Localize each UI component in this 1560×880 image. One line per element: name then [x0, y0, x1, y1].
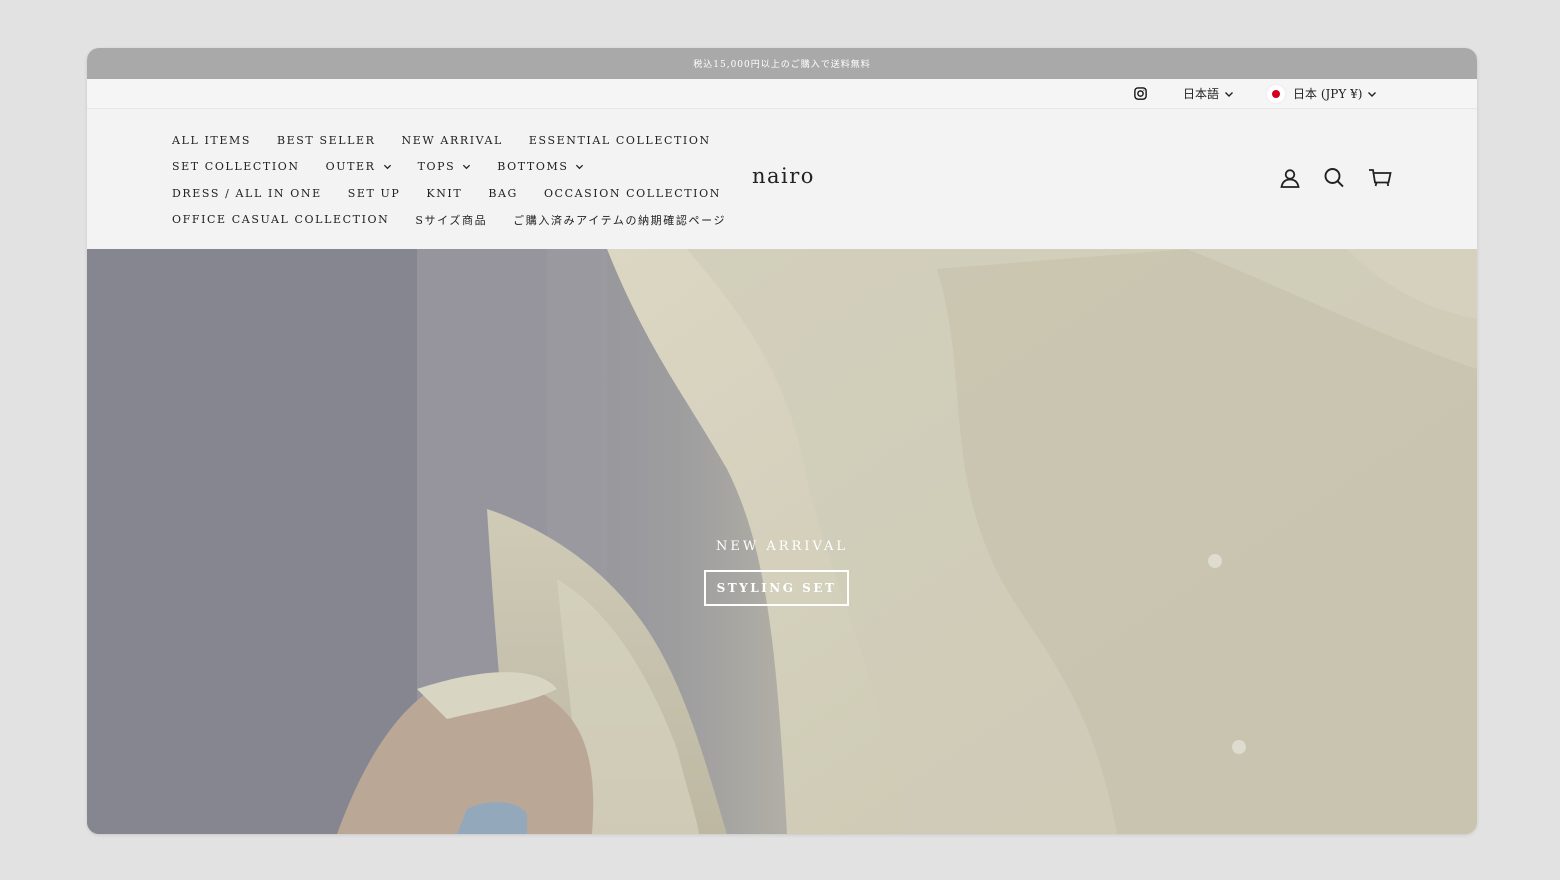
main-navigation: ALL ITEMS BEST SELLER NEW ARRIVAL ESSENTIAL…	[172, 127, 732, 233]
language-label: 日本語	[1183, 87, 1220, 101]
nav-item-item-3-2[interactable]: ご購入済みアイテムの納期確認ページ	[513, 212, 726, 228]
nav-item-label: OCCASION COLLECTION	[543, 186, 721, 200]
nav-item-label: DRESS / ALL IN ONE	[172, 186, 322, 200]
nav-item-s[interactable]: Sサイズ商品	[415, 212, 487, 228]
nav-item-label: BOTTOMS	[497, 160, 569, 174]
nav-item-occasion-collection[interactable]: OCCASION COLLECTION	[544, 187, 721, 200]
language-selector[interactable]: 日本語	[1183, 79, 1234, 108]
utility-bar: 日本語 日本 (JPY ¥)	[87, 79, 1477, 109]
nav-item-all-items[interactable]: ALL ITEMS	[172, 134, 251, 147]
nav-item-label: KNIT	[426, 186, 463, 200]
chevron-down-icon	[1225, 91, 1234, 97]
currency-selector[interactable]: 日本 (JPY ¥)	[1267, 79, 1377, 108]
nav-row: SET COLLECTION OUTER TOPS BOTTOMS	[172, 154, 732, 181]
nav-item-label: SET UP	[347, 186, 401, 200]
cart-button[interactable]	[1367, 165, 1393, 191]
nav-item-label: ALL ITEMS	[172, 133, 251, 147]
nav-item-dress-all-in-one[interactable]: DRESS / ALL IN ONE	[172, 187, 322, 200]
header-icons	[1277, 165, 1397, 191]
chevron-down-icon	[576, 164, 584, 170]
chevron-down-icon	[383, 164, 391, 170]
nav-item-label: NEW ARRIVAL	[401, 133, 503, 147]
chevron-down-icon	[463, 164, 471, 170]
browser-window: 税込15,000円以上のご購入で送料無料 日本語 日本 (JPY ¥) ALL …	[87, 48, 1477, 834]
nav-item-office-casual-collection[interactable]: OFFICE CASUAL COLLECTION	[172, 213, 389, 226]
nav-item-label: SET COLLECTION	[172, 160, 300, 174]
site-header: ALL ITEMS BEST SELLER NEW ARRIVAL ESSENTIAL…	[87, 109, 1477, 249]
account-icon	[1280, 169, 1300, 188]
announcement-bar: 税込15,000円以上のご購入で送料無料	[87, 48, 1477, 79]
nav-item-best-seller[interactable]: BEST SELLER	[277, 134, 376, 147]
nav-item-set-up[interactable]: SET UP	[348, 187, 401, 200]
site-logo[interactable]: nairo	[752, 164, 815, 188]
nav-item-label: ESSENTIAL COLLECTION	[528, 133, 711, 147]
nav-item-set-collection[interactable]: SET COLLECTION	[172, 160, 300, 173]
nav-item-label: BEST SELLER	[276, 133, 376, 147]
nav-row: DRESS / ALL IN ONE SET UP KNIT BAG OCCASION …	[172, 180, 732, 207]
instagram-link[interactable]	[1133, 79, 1148, 108]
nav-item-bottoms[interactable]: BOTTOMS	[497, 160, 584, 173]
nav-row: OFFICE CASUAL COLLECTION Sサイズ商品 ご購入済みアイテムの…	[172, 207, 732, 234]
nav-item-essential-collection[interactable]: ESSENTIAL COLLECTION	[529, 134, 711, 147]
nav-row: ALL ITEMS BEST SELLER NEW ARRIVAL ESSENTIAL…	[172, 127, 732, 154]
search-icon	[1324, 168, 1344, 188]
nav-item-label: ご購入済みアイテムの納期確認ページ	[513, 213, 727, 227]
japan-flag-icon	[1267, 84, 1285, 103]
hero-banner[interactable]: NEW ARRIVAL STYLING SET	[87, 249, 1477, 834]
nav-item-new-arrival[interactable]: NEW ARRIVAL	[402, 134, 503, 147]
currency-label: 日本 (JPY ¥)	[1293, 87, 1363, 101]
nav-item-knit[interactable]: KNIT	[426, 187, 462, 200]
styling-set-button[interactable]: STYLING SET	[704, 570, 849, 606]
search-button[interactable]	[1321, 165, 1347, 191]
nav-item-label: OUTER	[325, 160, 376, 174]
instagram-icon	[1134, 87, 1147, 100]
nav-item-label: Sサイズ商品	[415, 213, 488, 227]
announcement-text: 税込15,000円以上のご購入で送料無料	[693, 60, 871, 70]
nav-item-outer[interactable]: OUTER	[326, 160, 392, 173]
nav-item-tops[interactable]: TOPS	[418, 160, 472, 173]
nav-item-label: BAG	[488, 186, 518, 200]
nav-item-label: TOPS	[417, 160, 456, 174]
nav-item-bag[interactable]: BAG	[488, 187, 518, 200]
chevron-down-icon	[1368, 91, 1377, 97]
hero-subtitle: NEW ARRIVAL	[716, 539, 848, 554]
cart-icon	[1369, 169, 1392, 187]
account-button[interactable]	[1277, 165, 1303, 191]
nav-item-label: OFFICE CASUAL COLLECTION	[172, 213, 390, 227]
